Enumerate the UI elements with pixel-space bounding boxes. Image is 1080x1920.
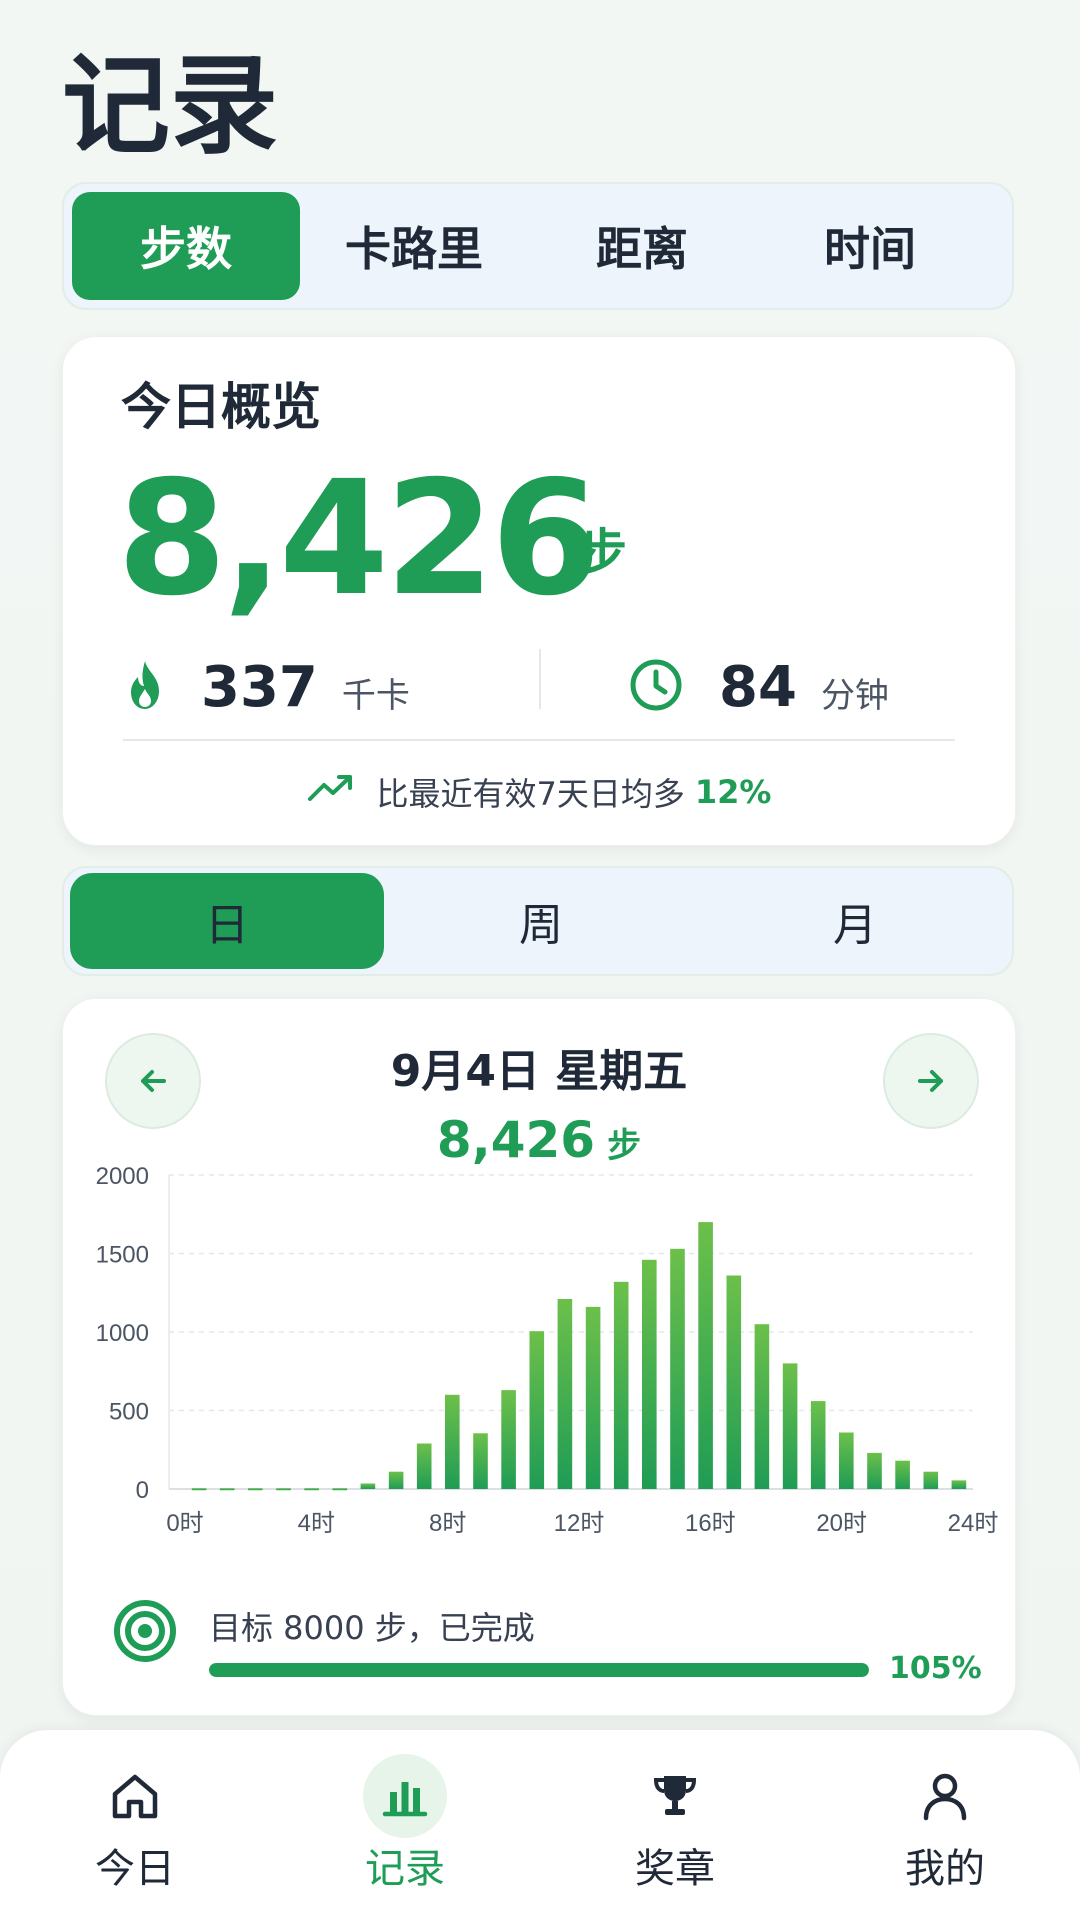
goal-percent: 105%: [889, 1651, 982, 1686]
nav-records[interactable]: 记录: [270, 1730, 540, 1920]
x-tick-label: 8时: [429, 1510, 466, 1537]
nav-records-label: 记录: [365, 1846, 445, 1892]
overview-card: 今日概览 8,426 步 337 千卡 84 分钟 比最近有效7天日均多 12%: [62, 336, 1016, 846]
compare-row: 比最近有效7天日均多 12%: [63, 769, 1015, 815]
chart-bar: [276, 1488, 291, 1491]
y-tick-label: 0: [136, 1477, 149, 1504]
chart-bar: [445, 1394, 460, 1489]
chart-bar: [557, 1299, 573, 1489]
chart-bar: [416, 1443, 432, 1489]
steps-total: 8,426: [117, 447, 601, 631]
x-tick-label: 24时: [948, 1510, 999, 1537]
tab-distance[interactable]: 距离: [528, 192, 756, 300]
chart-bar: [782, 1363, 798, 1489]
chart-bar: [670, 1248, 685, 1489]
chart-bar: [698, 1222, 713, 1489]
chart-bar: [895, 1460, 910, 1489]
calories-value: 337: [201, 654, 318, 720]
flame-icon: [125, 659, 165, 715]
nav-medals[interactable]: 奖章: [540, 1730, 810, 1920]
x-tick-label: 0时: [166, 1510, 203, 1537]
bar-chart-icon: [363, 1754, 447, 1838]
x-tick-label: 20时: [816, 1510, 867, 1537]
chart-bar: [501, 1390, 516, 1489]
overview-divider: [123, 739, 955, 741]
chart-bar: [839, 1432, 854, 1489]
chart-bar: [360, 1483, 376, 1489]
tab-month[interactable]: 月: [698, 873, 1012, 969]
x-tick-label: 16时: [685, 1510, 736, 1537]
nav-medals-label: 奖章: [635, 1846, 715, 1892]
y-tick-label: 1500: [96, 1242, 149, 1269]
minutes-unit: 分钟: [820, 675, 889, 716]
nav-today-label: 今日: [95, 1846, 175, 1892]
chart-bar: [726, 1275, 742, 1489]
nav-me[interactable]: 我的: [810, 1730, 1080, 1920]
minutes-value: 84: [719, 654, 797, 720]
goal-progress-fill: [209, 1663, 869, 1677]
compare-text: 比最近有效7天日均多: [376, 775, 685, 813]
steps-unit: 步: [577, 524, 627, 582]
chart-bar: [923, 1471, 939, 1489]
bottom-nav: 今日 记录 奖章 我的: [0, 1730, 1080, 1920]
x-tick-label: 12时: [554, 1510, 605, 1537]
tab-calories[interactable]: 卡路里: [300, 192, 528, 300]
target-icon: [113, 1599, 177, 1667]
chart-bar: [191, 1488, 207, 1491]
tab-day[interactable]: 日: [70, 873, 384, 969]
clock-icon: [629, 658, 683, 716]
goal-progress-bar: [209, 1663, 869, 1677]
chart-bar: [810, 1401, 826, 1489]
chart-bar: [613, 1281, 629, 1489]
minutes-stat: 84 分钟: [629, 637, 889, 737]
goal-text: 目标 8000 步，已完成: [209, 1609, 535, 1647]
calories-unit: 千卡: [341, 675, 410, 716]
chart-bar: [754, 1324, 770, 1489]
tab-steps[interactable]: 步数: [72, 192, 300, 300]
calories-stat: 337 千卡: [125, 637, 410, 737]
chart-bar: [642, 1259, 657, 1489]
tab-week[interactable]: 周: [384, 873, 698, 969]
stats-row: 337 千卡 84 分钟: [63, 637, 1015, 737]
chart-bar: [304, 1488, 319, 1491]
chart-bar: [332, 1488, 348, 1491]
trophy-icon: [633, 1754, 717, 1838]
y-tick-label: 1000: [96, 1320, 149, 1347]
day-chart-card: 9月4日 星期五 8,426 步 0 500 1000 1500 2000 0时 4时 8时 12…: [62, 998, 1016, 1716]
period-tabs: 日 周 月: [62, 866, 1014, 976]
x-tick-label: 4时: [298, 1510, 335, 1537]
nav-today[interactable]: 今日: [0, 1730, 270, 1920]
chart-bar: [585, 1306, 601, 1489]
chart-bar: [219, 1488, 235, 1491]
hourly-steps-chart: 0 500 1000 1500 2000 0时 4时 8时 12时 16时 20时 24时: [96, 1163, 999, 1537]
metric-tabs: 步数 卡路里 距离 时间: [62, 182, 1014, 310]
chart-bar: [248, 1488, 263, 1491]
chart-bar: [867, 1452, 882, 1489]
chart-bar: [388, 1471, 404, 1489]
page-title: 记录: [62, 44, 279, 169]
nav-me-label: 我的: [905, 1846, 985, 1892]
chart-bar: [473, 1433, 488, 1489]
compare-pct: 12%: [694, 773, 772, 811]
user-icon: [903, 1754, 987, 1838]
overview-title: 今日概览: [121, 378, 321, 436]
home-icon: [93, 1754, 177, 1838]
tab-time[interactable]: 时间: [756, 192, 984, 300]
chart-bar: [529, 1331, 545, 1489]
chart-bar: [951, 1480, 967, 1489]
y-tick-label: 2000: [96, 1163, 149, 1190]
trend-up-icon: [307, 773, 377, 811]
y-tick-label: 500: [109, 1399, 149, 1426]
stat-divider: [539, 649, 541, 709]
selected-date: 9月4日 星期五: [390, 1046, 688, 1097]
